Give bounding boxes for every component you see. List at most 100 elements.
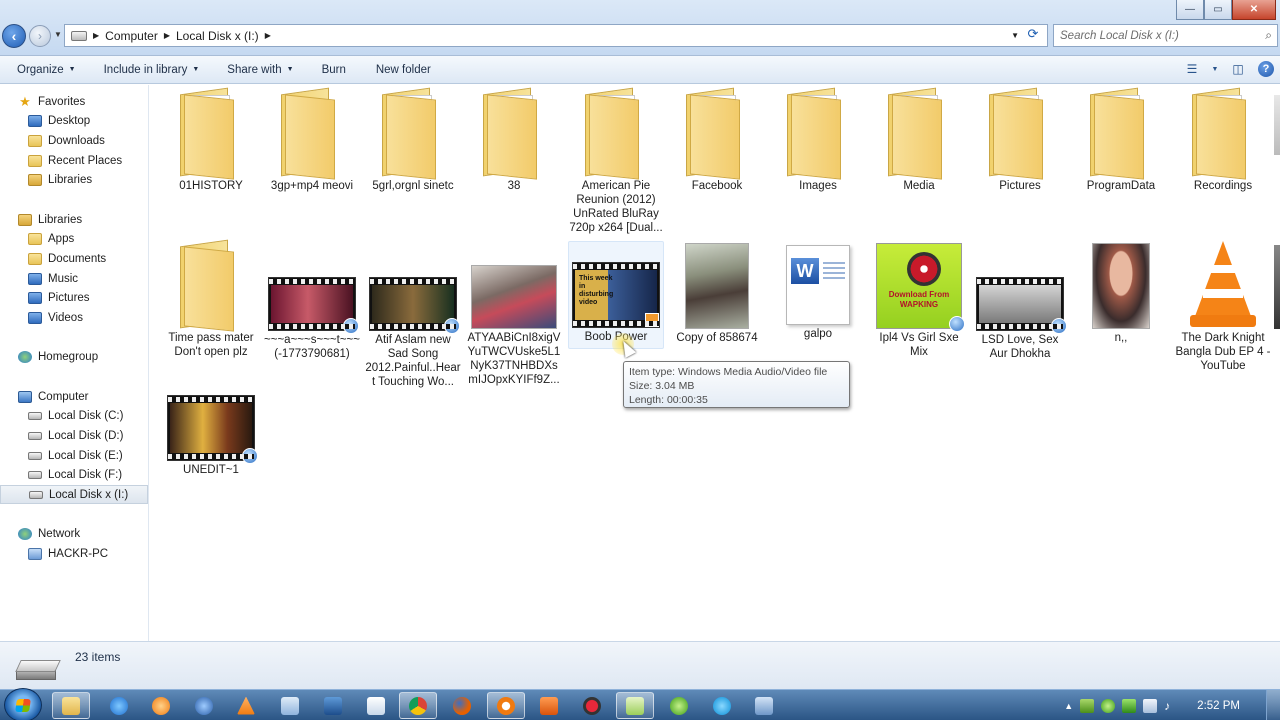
taskbar-app-settings[interactable] <box>745 692 783 719</box>
nav-downloads[interactable]: Downloads <box>0 131 148 150</box>
burn-button[interactable]: Burn <box>313 56 355 83</box>
taskbar-app-screen[interactable] <box>271 692 309 719</box>
organize-menu[interactable]: Organize ▼ <box>0 56 85 83</box>
file-tile[interactable]: 38 <box>466 87 562 193</box>
nav-network[interactable]: Network <box>0 524 148 543</box>
taskbar-chrome[interactable] <box>399 692 437 719</box>
nav-pictures[interactable]: Pictures <box>0 288 148 307</box>
utorrent-tray-icon[interactable] <box>1101 698 1116 713</box>
taskbar-explorer[interactable] <box>52 692 90 719</box>
file-tile[interactable]: W galpo <box>770 241 866 341</box>
tray-check-icon[interactable] <box>1122 698 1137 713</box>
nav-local-disk-c[interactable]: Local Disk (C:) <box>0 406 148 425</box>
nav-local-disk-i[interactable]: Local Disk x (I:) <box>0 485 148 504</box>
nav-hackr-pc-label: HACKR-PC <box>48 547 109 560</box>
nav-libraries[interactable]: Libraries <box>0 210 148 229</box>
taskbar-app-camtasia[interactable] <box>530 692 568 719</box>
share-with-menu[interactable]: Share with ▼ <box>218 56 302 83</box>
file-tile[interactable]: Download From WAPKING Ipl4 Vs Girl Sxe M… <box>871 241 967 359</box>
address-bar[interactable]: ▶ Computer ▶ Local Disk x (I:) ▶ ▼ ⟳ <box>64 24 1048 47</box>
file-tile[interactable]: n,, <box>1073 241 1169 345</box>
partial-tile-edge <box>1274 95 1280 155</box>
include-in-library-menu[interactable]: Include in library ▼ <box>95 56 209 83</box>
breadcrumb-separator-icon[interactable]: ▶ <box>93 31 99 40</box>
taskbar-internet-explorer[interactable] <box>100 692 138 719</box>
nav-documents-label: Documents <box>48 252 107 265</box>
nav-recent-places[interactable]: Recent Places <box>0 151 148 170</box>
nav-favorites-libraries[interactable]: Libraries <box>0 170 148 189</box>
taskbar-firefox[interactable] <box>443 692 481 719</box>
nav-local-disk-f[interactable]: Local Disk (F:) <box>0 465 148 484</box>
file-tile[interactable]: Atif Aslam new Sad Song 2012.Painful..He… <box>365 241 461 389</box>
search-input[interactable]: Search Local Disk x (I:) ⌕ <box>1053 24 1278 47</box>
taskbar-app-orange[interactable] <box>487 692 525 719</box>
nav-favorites[interactable]: ★ Favorites <box>0 92 148 111</box>
breadcrumb-local-disk[interactable]: Local Disk x (I:) <box>176 29 259 43</box>
file-tile[interactable]: Time pass mater Don't open plz <box>163 239 259 359</box>
file-tile[interactable]: ~~~a~~~s~~~t~~~ (-1773790681) <box>264 241 360 361</box>
nav-apps[interactable]: Apps <box>0 229 148 248</box>
network-tray-icon[interactable] <box>1143 698 1158 713</box>
file-tile[interactable]: The Dark Knight Bangla Dub EP 4 - YouTub… <box>1175 241 1271 373</box>
recent-pages-dropdown[interactable]: ▼ <box>54 30 62 39</box>
taskbar-notepad[interactable] <box>357 692 395 719</box>
start-button[interactable] <box>4 688 42 720</box>
file-tile[interactable]: 3gp+mp4 meovi <box>264 87 360 193</box>
file-tile[interactable]: Recordings <box>1175 87 1271 193</box>
taskbar-app-folder-green[interactable] <box>616 692 654 719</box>
help-button[interactable]: ? <box>1256 59 1276 79</box>
volume-icon[interactable]: ♪ <box>1164 699 1178 713</box>
search-placeholder: Search Local Disk x (I:) <box>1060 29 1179 42</box>
taskbar-app-k[interactable] <box>185 692 223 719</box>
maximize-button[interactable]: ▭ <box>1204 0 1232 20</box>
taskbar-skype[interactable] <box>703 692 741 719</box>
refresh-icon[interactable]: ⟳ <box>1023 26 1043 45</box>
file-tile[interactable]: 01HISTORY <box>163 87 259 193</box>
search-icon[interactable]: ⌕ <box>1265 28 1272 43</box>
file-tile[interactable]: Copy of 858674 <box>669 241 765 345</box>
nav-documents[interactable]: Documents <box>0 249 148 268</box>
file-tile[interactable]: 5grl,orgnl sinetc <box>365 87 461 193</box>
nav-computer[interactable]: Computer <box>0 387 148 406</box>
nav-homegroup[interactable]: Homegroup <box>0 347 148 366</box>
view-options-chevron-icon[interactable]: ▼ <box>1210 59 1220 79</box>
taskbar-media-player[interactable] <box>142 692 180 719</box>
preview-pane-icon[interactable]: ◫ <box>1228 59 1248 79</box>
change-view-icon[interactable]: ☰ <box>1182 59 1202 79</box>
nav-local-disk-e[interactable]: Local Disk (E:) <box>0 446 148 465</box>
vlc-cone-icon <box>1186 241 1260 329</box>
file-tile[interactable]: Facebook <box>669 87 765 193</box>
file-tile[interactable]: Pictures <box>972 87 1068 193</box>
address-history-dropdown[interactable]: ▼ <box>1011 31 1019 40</box>
nav-videos[interactable]: Videos <box>0 308 148 327</box>
close-button[interactable]: ✕ <box>1232 0 1276 20</box>
file-tile[interactable]: Images <box>770 87 866 193</box>
back-button[interactable]: ‹ <box>2 24 26 48</box>
minimize-button[interactable]: — <box>1176 0 1204 20</box>
file-tile[interactable]: ATYAABiCnI8xigVYuTWCVUske5L1NyK37TNHBDXs… <box>466 241 562 387</box>
nav-music[interactable]: Music <box>0 269 148 288</box>
tray-app-icon[interactable] <box>1080 698 1095 713</box>
nav-local-disk-d[interactable]: Local Disk (D:) <box>0 426 148 445</box>
breadcrumb-separator-icon[interactable]: ▶ <box>164 31 170 40</box>
forward-button[interactable]: › <box>29 25 51 47</box>
breadcrumb-computer[interactable]: Computer <box>105 29 158 43</box>
clock[interactable]: 2:52 PM <box>1197 700 1240 712</box>
file-tile[interactable]: LSD Love, Sex Aur Dhokha <box>972 241 1068 361</box>
nav-desktop[interactable]: Desktop <box>0 111 148 130</box>
file-tile[interactable]: UNEDIT~1 <box>163 393 259 477</box>
nav-hackr-pc[interactable]: HACKR-PC <box>0 544 148 563</box>
file-tile-hovered[interactable]: This week in disturbing video Boob Power <box>568 241 664 349</box>
show-hidden-icons-icon[interactable]: ▲ <box>1064 701 1073 711</box>
file-name: 3gp+mp4 meovi <box>270 180 354 192</box>
taskbar-utorrent[interactable] <box>660 692 698 719</box>
new-folder-button[interactable]: New folder <box>367 56 440 83</box>
taskbar-app-record[interactable] <box>573 692 611 719</box>
show-desktop-button[interactable] <box>1266 690 1280 720</box>
taskbar-vlc[interactable] <box>227 692 265 719</box>
breadcrumb-separator-icon[interactable]: ▶ <box>265 31 271 40</box>
file-tile[interactable]: Media <box>871 87 967 193</box>
file-tile[interactable]: ProgramData <box>1073 87 1169 193</box>
file-tile[interactable]: American Pie Reunion (2012) UnRated BluR… <box>568 87 664 235</box>
taskbar-app-chart[interactable] <box>314 692 352 719</box>
